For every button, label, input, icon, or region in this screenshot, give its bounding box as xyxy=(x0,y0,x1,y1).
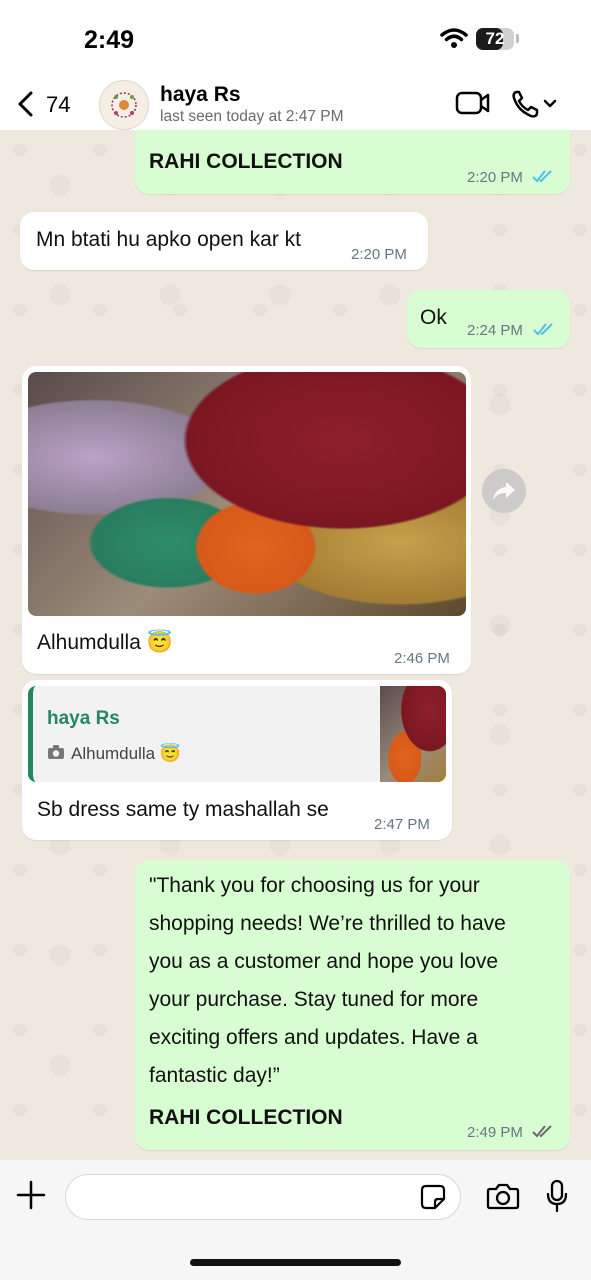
message-photo[interactable] xyxy=(28,372,466,616)
message-signature: RAHI COLLECTION xyxy=(149,1106,343,1129)
image-caption: Alhumdulla 😇 xyxy=(37,631,173,654)
forward-button[interactable] xyxy=(482,469,526,513)
home-indicator xyxy=(190,1259,401,1266)
unread-count[interactable]: 74 xyxy=(46,92,70,118)
message-line: fantastic day!” xyxy=(149,1064,280,1087)
message-line: exciting offers and updates. Have a xyxy=(149,1026,478,1049)
quoted-sender: haya Rs xyxy=(47,708,120,729)
status-time: 2:49 xyxy=(84,26,135,54)
message-text: Mn btati hu apko open kar kt xyxy=(36,228,301,251)
battery-percent: 72 xyxy=(485,29,505,48)
battery-tip xyxy=(516,34,519,43)
camera-icon[interactable] xyxy=(486,1182,520,1210)
message-line: shopping needs! We’re thrilled to have xyxy=(149,912,506,935)
plus-icon[interactable] xyxy=(16,1180,46,1210)
message-time: 2:46 PM xyxy=(394,650,450,667)
message-text: Sb dress same ty mashallah se xyxy=(37,798,329,821)
message-line: your purchase. Stay tuned for more xyxy=(149,988,479,1011)
message-time: 2:24 PM xyxy=(467,322,523,339)
forward-icon xyxy=(493,482,515,500)
contact-name[interactable]: haya Rs xyxy=(160,83,241,107)
avatar-logo-icon xyxy=(111,92,137,118)
status-bar: 2:49 72 xyxy=(0,0,591,80)
video-call-icon[interactable] xyxy=(455,90,491,116)
message-time: 2:20 PM xyxy=(351,246,407,263)
quoted-message[interactable]: haya Rs Alhumdulla 😇 xyxy=(28,686,446,782)
message-line: you as a customer and hope you love xyxy=(149,950,499,973)
back-chevron-icon[interactable] xyxy=(16,90,36,118)
message-text: RAHI COLLECTION xyxy=(149,150,343,173)
read-receipt-icon xyxy=(532,170,552,183)
last-seen-status: last seen today at 2:47 PM xyxy=(160,108,344,125)
message-input[interactable] xyxy=(65,1174,461,1220)
message-line: "Thank you for choosing us for your xyxy=(149,874,480,897)
message-bubble-outgoing[interactable]: RAHI COLLECTION 2:20 PM xyxy=(135,130,570,194)
quoted-thumbnail xyxy=(380,686,446,782)
chat-header: 74 haya Rs last seen today at 2:47 PM xyxy=(0,80,591,130)
camera-icon xyxy=(48,745,64,759)
sticker-icon[interactable] xyxy=(420,1184,446,1210)
quoted-text: Alhumdulla 😇 xyxy=(71,744,181,763)
read-receipt-icon xyxy=(533,323,553,336)
delivered-receipt-icon xyxy=(532,1125,552,1138)
wifi-icon xyxy=(440,28,468,48)
phone-call-icon[interactable] xyxy=(510,89,558,119)
message-time: 2:47 PM xyxy=(374,816,430,833)
message-time: 2:20 PM xyxy=(467,169,523,186)
message-bubble-incoming[interactable]: Mn btati hu apko open kar kt 2:20 PM xyxy=(20,212,428,270)
avatar[interactable] xyxy=(99,80,149,130)
battery-indicator: 72 xyxy=(476,28,514,50)
message-bubble-outgoing[interactable]: Ok 2:24 PM xyxy=(407,290,570,348)
message-bubble-outgoing[interactable]: "Thank you for choosing us for your shop… xyxy=(135,860,570,1150)
microphone-icon[interactable] xyxy=(545,1179,569,1213)
message-text: Ok xyxy=(420,306,447,329)
message-time: 2:49 PM xyxy=(467,1124,523,1141)
